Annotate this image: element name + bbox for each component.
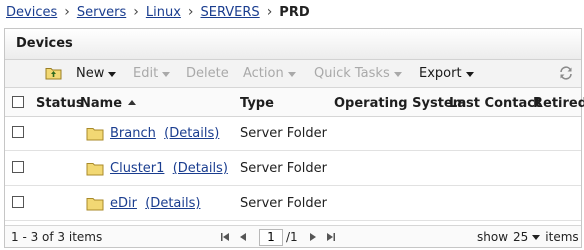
new-menu-button[interactable]: New [76,66,117,81]
row-details-link[interactable]: (Details) [164,126,219,141]
row-details-link[interactable]: (Details) [173,161,228,176]
breadcrumb-current: PRD [279,4,310,20]
row-name: Cluster1 (Details) [110,161,228,176]
folder-icon [86,128,104,141]
page-number-input[interactable] [259,228,283,246]
page-total: /1 [286,230,298,244]
action-menu-button[interactable]: Action [243,66,296,81]
row-name-link[interactable]: eDir [110,196,137,211]
breadcrumb-separator-icon: › [133,4,139,20]
new-label: New [76,66,105,81]
chevron-down-icon [162,71,171,77]
breadcrumb-servers[interactable]: Servers [77,5,126,20]
row-type: Server Folder [240,196,327,211]
row-type: Server Folder [240,161,327,176]
column-header-name[interactable]: Name [80,96,137,111]
column-header-type[interactable]: Type [240,96,274,111]
panel-title: Devices [16,36,73,51]
last-page-icon[interactable] [324,230,338,244]
row-checkbox[interactable] [12,196,24,208]
chevron-down-icon [532,235,541,240]
breadcrumb-separator-icon: › [187,4,194,20]
edit-label: Edit [133,66,159,81]
row-name: Branch (Details) [110,126,219,141]
sort-ascending-icon [128,100,137,105]
quick-tasks-label: Quick Tasks [314,66,390,81]
first-page-icon[interactable] [218,230,232,244]
page-size-select[interactable]: 25 [513,230,541,244]
column-header-status[interactable]: Status [36,96,84,111]
item-count: 1 - 3 of 3 items [11,230,103,244]
previous-page-icon[interactable] [236,230,250,244]
table-row: Branch (Details) Server Folder [5,117,581,151]
page-size-value: 25 [513,230,529,244]
folder-up-icon[interactable] [45,66,62,80]
action-label: Action [243,66,284,81]
breadcrumb: Devices › Servers › Linux › SERVERS › PR… [6,3,310,21]
chevron-down-icon [393,71,402,77]
column-header-retired[interactable]: Retired [533,96,584,111]
breadcrumb-separator-icon: › [266,4,273,20]
table-row: eDir (Details) Server Folder [5,187,581,221]
toolbar: New Edit Delete Action Quick Tasks Expor… [5,60,581,88]
refresh-icon[interactable] [558,65,574,81]
table-row: Cluster1 (Details) Server Folder [5,152,581,186]
page-size-control: show 25 items [477,230,579,244]
row-name: eDir (Details) [110,196,200,211]
folder-icon [86,198,104,211]
next-page-icon[interactable] [306,230,320,244]
breadcrumb-linux[interactable]: Linux [146,5,181,20]
grid-header: Status Name Type Operating System Last C… [5,88,584,117]
pager: /1 [218,228,342,246]
chevron-down-icon [465,71,474,77]
show-label: show [477,230,509,244]
delete-label: Delete [186,66,229,81]
breadcrumb-servers-folder[interactable]: SERVERS [201,5,260,20]
row-checkbox[interactable] [12,161,24,173]
row-name-link[interactable]: Cluster1 [110,161,164,176]
row-type: Server Folder [240,126,327,141]
items-label: items [545,230,579,244]
grid-footer: 1 - 3 of 3 items /1 show 25 items [5,225,581,247]
export-menu-button[interactable]: Export [419,66,474,81]
row-name-link[interactable]: Branch [110,126,156,141]
panel-header: Devices [5,29,581,60]
export-label: Export [419,66,462,81]
devices-panel: Devices New Edit Delete Action Quick Tas… [4,28,584,248]
select-all-checkbox[interactable] [12,96,24,108]
edit-menu-button[interactable]: Edit [133,66,171,81]
row-checkbox[interactable] [12,126,24,138]
column-header-name-label: Name [80,96,123,111]
row-details-link[interactable]: (Details) [145,196,200,211]
column-header-operating-system[interactable]: Operating System [334,96,466,111]
breadcrumb-separator-icon: › [64,4,70,20]
folder-icon [86,163,104,176]
quick-tasks-menu-button[interactable]: Quick Tasks [314,66,402,81]
chevron-down-icon [108,71,117,77]
chevron-down-icon [287,71,296,77]
delete-button[interactable]: Delete [186,66,229,81]
column-header-last-contact[interactable]: Last Contact [449,96,541,111]
breadcrumb-devices[interactable]: Devices [6,5,57,20]
